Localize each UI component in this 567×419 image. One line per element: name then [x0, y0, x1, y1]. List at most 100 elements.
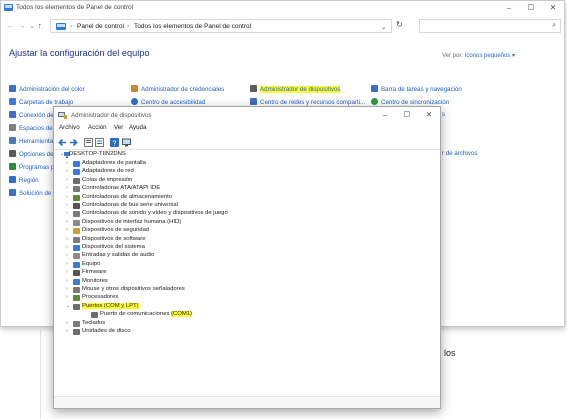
chevron-right-icon[interactable]: ›	[66, 294, 72, 300]
chevron-right-icon[interactable]: ›	[66, 261, 72, 267]
tree-node[interactable]: › Adaptadores de pantalla	[66, 160, 434, 169]
tree-node[interactable]: › Adaptadores de red	[66, 168, 434, 177]
monitor-icon[interactable]	[122, 138, 131, 147]
cp-item-label: Opciones de	[19, 151, 54, 158]
tree-node[interactable]: › Colas de impresión	[66, 177, 434, 186]
close-button[interactable]: ✕	[418, 109, 440, 121]
tree-child-item[interactable]: Puerto de comunicaciones (COM1)	[84, 311, 434, 320]
minimize-button[interactable]: –	[374, 109, 396, 121]
breadcrumb-separator[interactable]: ›	[70, 23, 72, 30]
tree-node[interactable]: › Dispositivos de interfaz humana (HID)	[66, 219, 434, 228]
background-text: los	[444, 348, 456, 358]
view-by-dropdown[interactable]: Iconos pequeños ▾	[465, 53, 515, 59]
admin-tools-icon	[9, 137, 16, 144]
tree-node[interactable]: › Entradas y salidas de audio	[66, 252, 434, 261]
tree-node[interactable]: › Teclados	[66, 320, 434, 329]
chevron-right-icon[interactable]: ›	[66, 227, 72, 233]
back-icon[interactable]	[58, 138, 67, 147]
chevron-down-icon[interactable]: ⌄	[29, 21, 35, 30]
close-button[interactable]: ✕	[542, 2, 564, 14]
cp-item-remote-connection[interactable]: Conexión de	[9, 111, 54, 120]
search-input[interactable]: ⌕	[419, 19, 561, 33]
cp-item-region[interactable]: Región	[9, 176, 39, 185]
cp-item-storage-spaces[interactable]: Espacios de	[9, 124, 53, 133]
breadcrumb-separator[interactable]: ›	[127, 23, 129, 30]
address-bar[interactable]: › Panel de control › Todos los elementos…	[50, 19, 392, 33]
chevron-right-icon[interactable]: ›	[66, 244, 72, 250]
cp-item-partial[interactable]: s	[442, 111, 445, 120]
chevron-right-icon[interactable]: ›	[66, 328, 72, 334]
device-manager-window: Administrador de dispositivos – ☐ ✕ Arch…	[53, 106, 441, 409]
tree-node[interactable]: › Controladoras ATA/ATAPI IDE	[66, 185, 434, 194]
breadcrumb-control-panel[interactable]: Panel de control	[77, 23, 124, 30]
minimize-button[interactable]: –	[498, 2, 520, 14]
up-icon[interactable]: ↑	[38, 21, 42, 30]
tree-node[interactable]: › Firmware	[66, 269, 434, 278]
help-icon[interactable]: ?	[110, 138, 119, 147]
cp-item-credential-manager[interactable]: Administrador de credenciales	[131, 85, 224, 94]
tree-node[interactable]: › Dispositivos del sistema	[66, 244, 434, 253]
refresh-icon[interactable]: ↻	[396, 20, 403, 29]
list-icon[interactable]	[95, 138, 104, 147]
chevron-right-icon[interactable]: ›	[66, 194, 72, 200]
cp-item-file-explorer-options[interactable]: r de archivos	[442, 150, 477, 159]
back-icon[interactable]: ←	[7, 21, 15, 30]
tree-node[interactable]: › Dispositivos de seguridad	[66, 227, 434, 236]
storage-controller-icon	[73, 194, 80, 201]
forward-icon[interactable]: →	[18, 21, 26, 30]
forward-icon[interactable]	[69, 138, 78, 147]
chevron-right-icon[interactable]: ›	[66, 320, 72, 326]
chevron-right-icon[interactable]: ›	[66, 219, 72, 225]
keyboard-icon	[73, 320, 80, 327]
maximize-button[interactable]: ☐	[396, 109, 418, 121]
properties-icon[interactable]	[84, 138, 93, 147]
tree-node[interactable]: › Procesadores	[66, 294, 434, 303]
cp-item-device-manager[interactable]: Administrador de dispositivos	[250, 85, 341, 94]
software-device-icon	[73, 236, 80, 243]
control-panel-icon	[56, 23, 66, 30]
chevron-down-icon[interactable]: ⌄	[381, 23, 386, 31]
chevron-right-icon[interactable]: ›	[66, 210, 72, 216]
tree-node[interactable]: › Controladoras de bus serie universal	[66, 202, 434, 211]
cp-item-admin-tools[interactable]: Herramienta	[9, 137, 53, 146]
chevron-right-icon[interactable]: ›	[66, 278, 72, 284]
device-manager-titlebar[interactable]: Administrador de dispositivos – ☐ ✕	[54, 107, 440, 123]
tree-node[interactable]: › Controladoras de sonido y vídeo y dispo…	[66, 210, 434, 219]
tree-node-label: Dispositivos de seguridad	[82, 227, 150, 234]
tree-node[interactable]: › Mouse y otros dispositivos señaladores	[66, 286, 434, 295]
tree-root[interactable]: ⌄ DESKTOP-TIIN2DNS	[60, 151, 320, 160]
work-folders-icon	[9, 98, 16, 105]
tree-node[interactable]: › Controladoras de almacenamiento	[66, 194, 434, 203]
cp-item-color-management[interactable]: Administración del color	[9, 85, 85, 94]
maximize-button[interactable]: ☐	[520, 2, 542, 14]
chevron-right-icon[interactable]: ›	[66, 236, 72, 242]
chevron-right-icon[interactable]: ›	[66, 160, 72, 166]
chevron-right-icon[interactable]: ›	[66, 177, 72, 183]
chevron-right-icon[interactable]: ›	[66, 202, 72, 208]
device-manager-icon	[58, 112, 67, 119]
cp-item-label: Herramienta	[19, 138, 54, 145]
cp-item-default-programs[interactable]: Programas p	[9, 163, 54, 172]
tree-node[interactable]: › Equipo	[66, 261, 434, 270]
tree-node[interactable]: › Dispositivos de software	[66, 236, 434, 245]
chevron-down-icon[interactable]: ⌄	[66, 303, 72, 309]
scrollbar[interactable]	[434, 150, 440, 387]
menu-view[interactable]: Ver	[114, 124, 123, 131]
cp-item-taskbar[interactable]: Barra de tareas y navegación	[371, 85, 462, 94]
chevron-right-icon[interactable]: ›	[66, 269, 72, 275]
cp-item-options[interactable]: Opciones de	[9, 150, 54, 159]
tree-node[interactable]: › Unidades de disco	[66, 328, 434, 337]
menu-file[interactable]: Archivo	[59, 124, 80, 131]
chevron-right-icon[interactable]: ›	[66, 286, 72, 292]
menu-help[interactable]: Ayuda	[129, 124, 146, 131]
tree-node[interactable]: ⌄ Puertos (COM y LPT)	[66, 302, 434, 312]
search-icon[interactable]: ⌕	[552, 22, 556, 30]
cp-item-troubleshooting[interactable]: Solución de	[9, 189, 51, 198]
breadcrumb-all-items[interactable]: Todos los elementos de Panel de control	[134, 23, 251, 30]
chevron-right-icon[interactable]: ›	[66, 168, 72, 174]
control-panel-titlebar[interactable]: Todos los elementos de Panel de control …	[1, 1, 564, 15]
chevron-right-icon[interactable]: ›	[66, 185, 72, 191]
chevron-right-icon[interactable]: ›	[66, 252, 72, 258]
tree-node[interactable]: › Monitores	[66, 278, 434, 287]
menu-action[interactable]: Acción	[88, 124, 107, 131]
